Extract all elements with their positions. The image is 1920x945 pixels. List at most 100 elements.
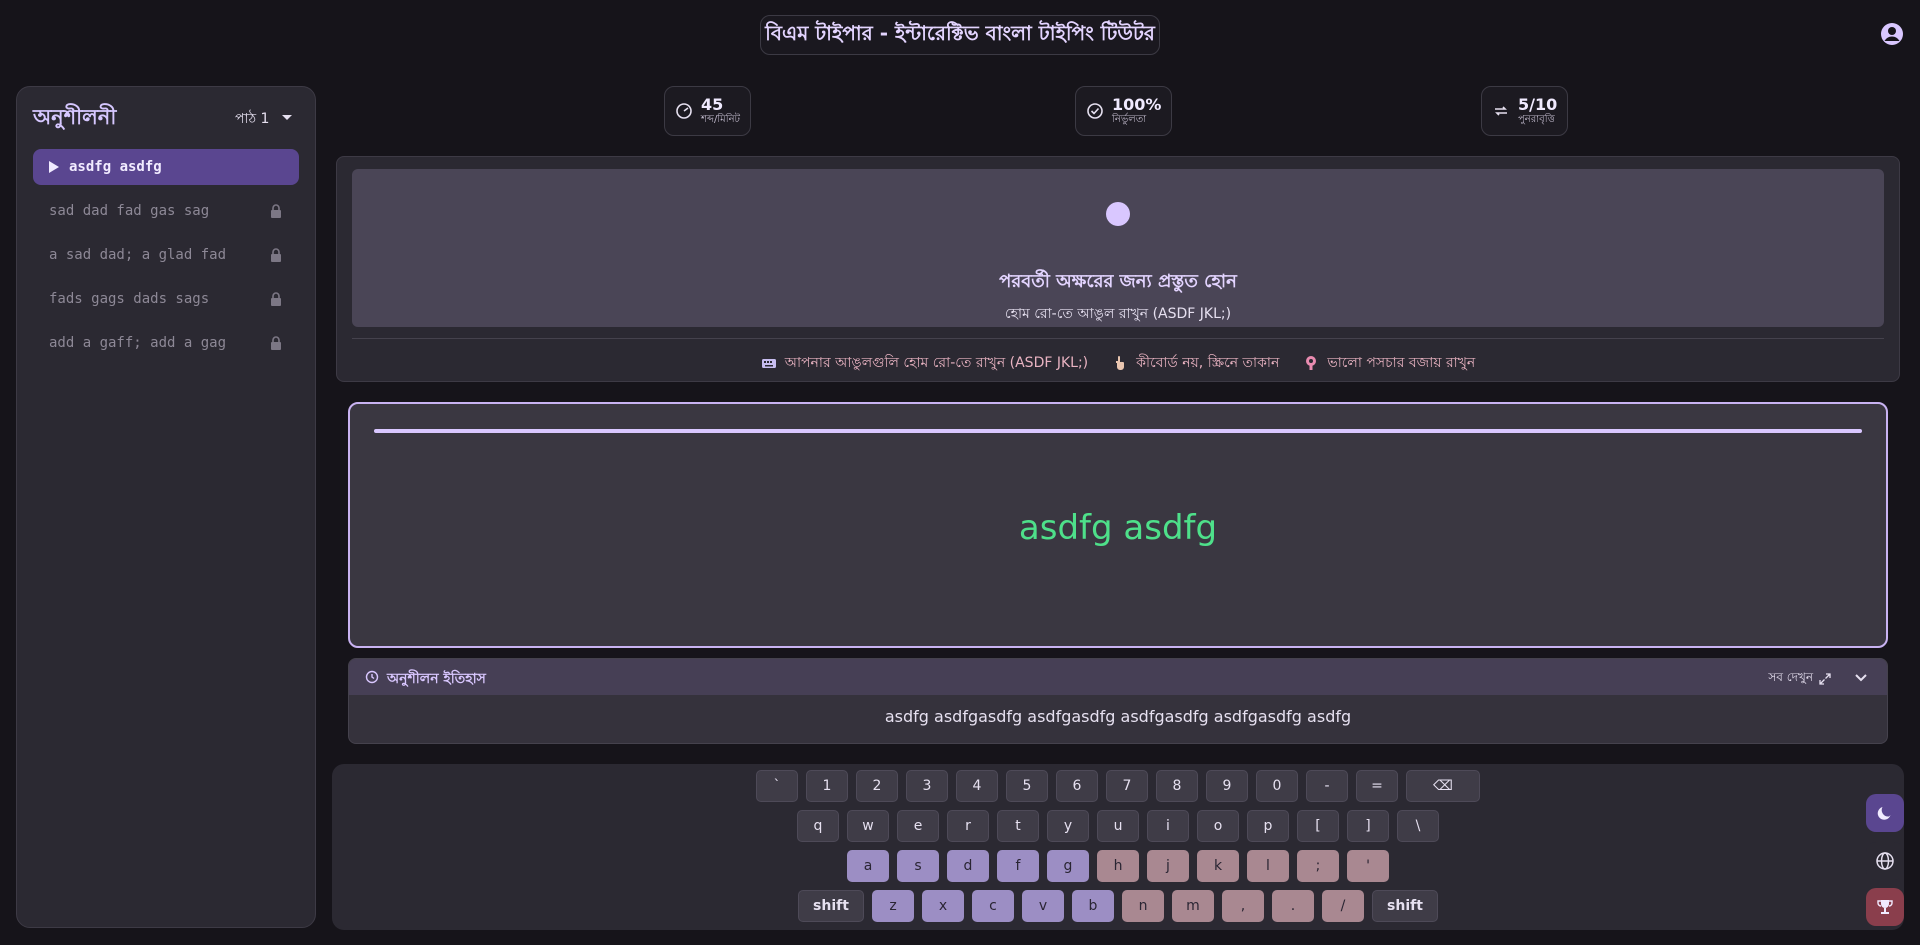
user-profile-icon[interactable] [1880,22,1904,46]
typing-progress-bar [374,429,1862,433]
exercise-item-label: a sad dad; a glad fad [49,247,227,263]
see-all-button[interactable]: সব দেখুন [1768,669,1831,689]
exercise-item-label: asdfg asdfg [69,159,162,175]
keyboard-key[interactable]: o [1197,810,1239,842]
keyboard-key[interactable]: z [872,890,914,922]
exercise-item-active[interactable]: asdfg asdfg [33,149,299,185]
keyboard-key[interactable]: shift [798,890,864,922]
language-button[interactable] [1866,842,1904,880]
theme-toggle-button[interactable] [1866,794,1904,832]
keyboard-key[interactable]: 8 [1156,770,1198,802]
keyboard-key[interactable]: 2 [856,770,898,802]
keyboard-key[interactable]: a [847,850,889,882]
keyboard-key[interactable]: 1 [806,770,848,802]
keyboard-key[interactable]: 4 [956,770,998,802]
keyboard-key[interactable]: / [1322,890,1364,922]
keyboard-key[interactable]: k [1197,850,1239,882]
keyboard-key[interactable]: 0 [1256,770,1298,802]
history-header[interactable]: অনুশীলন ইতিহাস সব দেখুন [349,659,1887,695]
keyboard-key[interactable]: t [997,810,1039,842]
moon-icon [1877,807,1891,820]
tip-text: ভালো পসচার বজায় রাখুন [1327,355,1476,371]
keyboard-key[interactable]: 7 [1106,770,1148,802]
keyboard-key[interactable]: 3 [906,770,948,802]
prompt-subtitle: হোম রো-তে আঙুল রাখুন (ASDF JKL;) [1004,306,1232,322]
history-title: অনুশীলন ইতিহাস [387,671,486,687]
keyboard-key[interactable]: q [797,810,839,842]
keyboard-key[interactable]: . [1272,890,1314,922]
chevron-down-icon[interactable] [1853,669,1869,685]
keyboard-key[interactable]: h [1097,850,1139,882]
stat-label: শব্দ/মিনিট [701,114,740,125]
typing-area[interactable]: asdfg asdfg [348,402,1888,648]
keyboard-key[interactable]: x [922,890,964,922]
sidebar-title: অনুশীলনী [33,105,117,129]
globe-icon [1876,852,1894,870]
keyboard-key[interactable]: u [1097,810,1139,842]
keyboard-key[interactable]: v [1022,890,1064,922]
keyboard-row-top: q w e r t y u i o p[] \ [332,810,1904,842]
keyboard-key[interactable]: d [947,850,989,882]
stat-value: 100% [1112,95,1162,114]
chevron-down-icon[interactable] [279,109,295,125]
keyboard-key[interactable]: c [972,890,1014,922]
tips-row: আপনার আঙুলগুলি হোম রো-তে রাখুন (ASDF JKL… [337,351,1899,375]
prompt-title: পরবর্তী অক্ষরের জন্য প্রস্তুত হোন [999,271,1237,292]
lesson-selector[interactable]: পাঠ 1 [235,107,269,131]
keyboard-key[interactable]: [ [1297,810,1339,842]
stat-label: পুনরাবৃত্তি [1518,114,1555,125]
keyboard-key[interactable]: ⌫ [1406,770,1480,802]
keyboard-key[interactable]: s [897,850,939,882]
stat-label: নির্ভুলতা [1112,114,1147,125]
achievements-button[interactable] [1866,888,1904,926]
keyboard-key[interactable]: shift [1372,890,1438,922]
keyboard-key[interactable]: l [1247,850,1289,882]
keyboard-row-home: a s d f g h j k l; ' [332,850,1904,882]
divider [352,338,1884,339]
repetition-stat: 5/10 পুনরাবৃত্তি [1481,86,1569,136]
keyboard-key[interactable]: - [1306,770,1348,802]
keyboard-key[interactable]: ] [1347,810,1389,842]
keyboard-key[interactable]: 6 [1056,770,1098,802]
lock-icon [271,292,281,306]
keyboard-key[interactable]: r [947,810,989,842]
keyboard-key[interactable]: 9 [1206,770,1248,802]
keyboard-key[interactable]: w [847,810,889,842]
keyboard-row-bottom: shift z x c v b n m,. / shift [332,890,1904,922]
history-icon [365,670,379,684]
keyboard-key[interactable]: g [1047,850,1089,882]
app-title: বিএম টাইপার - ইন্টারেক্টিভ বাংলা টাইপিং … [760,15,1160,55]
tip-text: কীবোর্ড নয়, স্ক্রিনে তাকান [1136,355,1280,371]
keyboard-key[interactable]: e [897,810,939,842]
accuracy-stat: 100% নির্ভুলতা [1075,86,1173,136]
trophy-icon [1877,900,1893,914]
keyboard-key[interactable]: i [1147,810,1189,842]
check-circle-icon [1087,103,1103,119]
keyboard-key[interactable]: y [1047,810,1089,842]
exercise-item-locked[interactable]: fads gags dads sags [33,281,299,317]
exercise-item-label: add a gaff; add a gag [49,335,227,351]
keyboard-key[interactable]: = [1356,770,1398,802]
exercise-item-locked[interactable]: sad dad fad gas sag [33,193,299,229]
exercise-item-locked[interactable]: a sad dad; a glad fad [33,237,299,273]
keyboard-key[interactable]: f [997,850,1039,882]
exercise-item-label: fads gags dads sags [49,291,210,307]
keyboard-key[interactable]: m [1172,890,1214,922]
exercise-item-locked[interactable]: add a gaff; add a gag [33,325,299,361]
keyboard-key[interactable]: n [1122,890,1164,922]
keyboard-key[interactable]: ; [1297,850,1339,882]
stat-value: 45 [701,95,724,114]
keyboard-key[interactable]: b [1072,890,1114,922]
exercise-sidebar: অনুশীলনী পাঠ 1 asdfg asdfg sad dad fad g… [16,86,316,928]
keyboard-key[interactable]: j [1147,850,1189,882]
keyboard-key[interactable]: \ [1397,810,1439,842]
keyboard-key[interactable]: 5 [1006,770,1048,802]
speedometer-icon [676,103,692,119]
stat-value: 5/10 [1518,95,1558,114]
keyboard-key[interactable]: ' [1347,850,1389,882]
keyboard-key[interactable]: , [1222,890,1264,922]
keyboard-icon [761,359,776,368]
wpm-stat: 45 শব্দ/মিনিট [664,86,751,136]
keyboard-key[interactable]: p [1247,810,1289,842]
keyboard-key[interactable]: ` [756,770,798,802]
